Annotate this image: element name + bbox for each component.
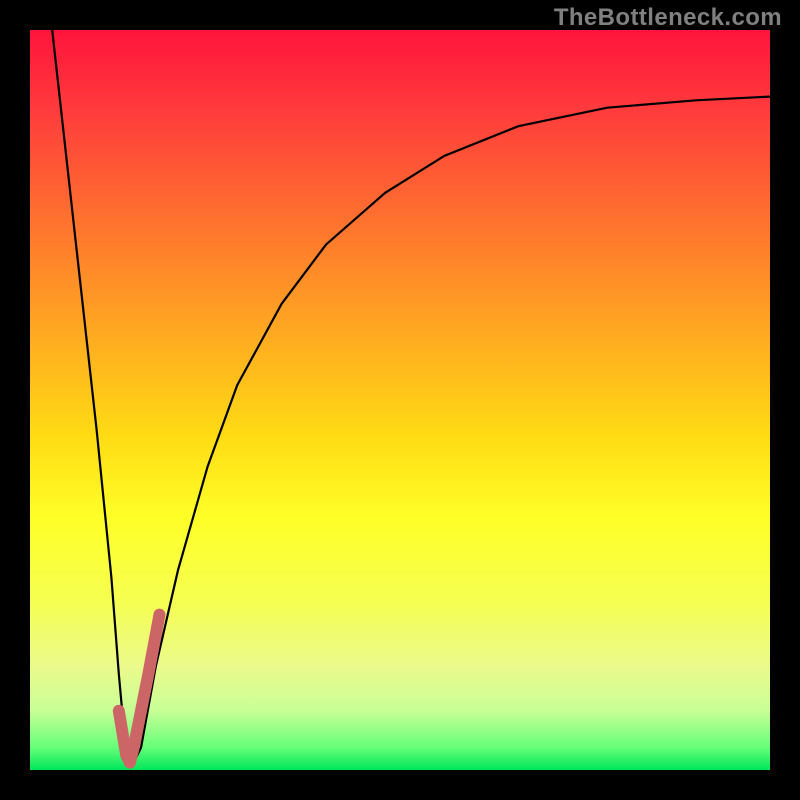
highlight-segment (119, 615, 160, 763)
plot-area (30, 30, 770, 770)
chart-container: TheBottleneck.com (0, 0, 800, 800)
curve-layer (30, 30, 770, 770)
watermark-label: TheBottleneck.com (554, 4, 782, 32)
bottleneck-curve (52, 30, 770, 763)
